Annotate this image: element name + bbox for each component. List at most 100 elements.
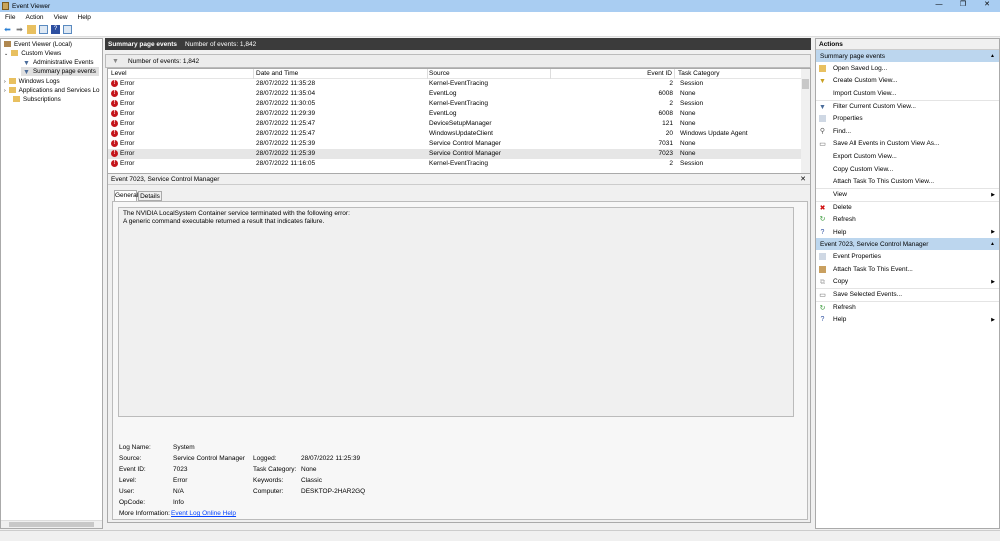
tab-general[interactable]: General [114,190,138,201]
event-detail-title: Event 7023, Service Control Manager ✕ [108,174,810,185]
field-task-label: Task Category: [253,466,297,473]
table-row[interactable]: ! Error 28/07/2022 11:25:39 Service Contr… [108,149,802,159]
column-header-level[interactable]: Level [111,69,254,79]
field-logged-label: Logged: [253,455,277,462]
column-header-event-id[interactable]: Event ID [551,69,675,79]
center-pane: Summary page events Number of events: 1,… [105,38,811,524]
back-icon[interactable]: ⬅ [3,25,12,34]
help-icon[interactable]: ? [51,25,60,34]
cell-event-id: 7031 [658,140,673,147]
action-help[interactable]: ? Help ▶ [816,226,999,239]
save-icon: ▭ [819,292,826,300]
menu-file[interactable]: File [5,14,15,21]
tree-item-administrative-events[interactable]: ▼ Administrative Events [23,58,93,67]
action-create-custom-view[interactable]: ▼ Create Custom View... [816,75,999,88]
event-description[interactable]: The NVIDIA LocalSystem Container service… [118,207,794,417]
table-row[interactable]: ! Error 28/07/2022 11:30:05 Kernel-EventT… [108,99,802,109]
action-refresh[interactable]: ↻ Refresh [816,300,999,314]
menu-help[interactable]: Help [78,14,91,21]
column-header-source[interactable]: Source [428,69,551,79]
cell-level: Error [120,90,135,97]
table-row[interactable]: ! Error 28/07/2022 11:35:28 Kernel-EventT… [108,79,802,89]
action-copy[interactable]: ⧉ Copy ▶ [816,276,999,289]
action-attach-task-to-this-custom-view[interactable]: Attach Task To This Custom View... [816,175,999,188]
field-logged-value: 28/07/2022 11:25:39 [301,455,361,462]
action-find[interactable]: ⚲ Find... [816,125,999,138]
submenu-arrow-icon: ▶ [991,316,995,323]
table-row[interactable]: ! Error 28/07/2022 11:25:47 WindowsUpdate… [108,129,802,139]
cell-task-category: Session [680,80,704,87]
cell-event-id: 6008 [658,110,673,117]
minimize-button[interactable]: — [928,0,950,10]
action-refresh[interactable]: ↻ Refresh [816,213,999,226]
close-button[interactable]: ✕ [976,0,998,10]
error-icon: ! [111,159,118,167]
table-row[interactable]: ! Error 28/07/2022 11:25:39 Service Contr… [108,139,802,149]
actions-section-event[interactable]: Event 7023, Service Control Manager ▲ [816,238,999,251]
column-header-date-time[interactable]: Date and Time [256,69,428,79]
table-row[interactable]: ! Error 28/07/2022 11:35:04 EventLog 6008… [108,89,802,99]
menu-action[interactable]: Action [25,14,43,21]
show-hide-console-tree-icon[interactable] [39,25,48,34]
show-hide-action-pane-icon[interactable] [63,25,72,34]
action-properties[interactable]: Properties [816,112,999,125]
column-header-task-category[interactable]: Task Category [678,69,720,79]
chevron-right-icon[interactable]: › [4,79,6,85]
cell-date: 28/07/2022 11:16:05 [256,160,316,167]
tree-item-subscriptions[interactable]: Subscriptions [13,95,61,104]
refresh-icon: ↻ [819,304,826,312]
tree-item-summary-page-events[interactable]: ▼ Summary page events [21,67,99,76]
table-row[interactable]: ! Error 28/07/2022 11:16:05 Kernel-EventT… [108,159,802,169]
menu-view[interactable]: View [54,14,68,21]
action-view[interactable]: View ▶ [816,187,999,201]
forward-icon[interactable]: ➡ [15,25,24,34]
cell-level: Error [120,80,135,87]
event-log-online-help-link[interactable]: Event Log Online Help [171,510,236,517]
error-icon: ! [111,129,118,137]
collapse-icon[interactable]: ▲ [990,53,995,59]
event-viewer-app-icon [2,2,9,10]
table-header: Level Date and Time Source Event ID Task… [108,69,802,79]
view-event-count: Number of events: 1,842 [185,40,257,48]
tab-details[interactable]: Details [138,191,162,201]
error-icon: ! [111,109,118,117]
action-import-custom-view[interactable]: Import Custom View... [816,87,999,100]
cell-date: 28/07/2022 11:25:39 [256,140,316,147]
action-attach-task-to-this-event[interactable]: Attach Task To This Event... [816,263,999,276]
delete-icon: ✖ [819,204,826,212]
chevron-down-icon[interactable]: ⌄ [4,51,8,57]
action-delete[interactable]: ✖ Delete [816,200,999,214]
cell-date: 28/07/2022 11:30:05 [256,100,316,107]
tree-item-custom-views[interactable]: ⌄ Custom Views [4,49,61,58]
properties-icon [819,253,826,261]
close-detail-icon[interactable]: ✕ [800,174,806,185]
cell-event-id: 2 [669,100,673,107]
tree-item-event-viewer-local[interactable]: Event Viewer (Local) [4,40,72,49]
cell-level: Error [120,120,135,127]
chevron-right-icon[interactable]: › [4,88,6,94]
tree-item-applications-and-services[interactable]: › Applications and Services Lo [4,86,100,95]
table-row[interactable]: ! Error 28/07/2022 11:29:39 EventLog 6008… [108,109,802,119]
actions-section-summary[interactable]: Summary page events ▲ [816,50,999,62]
subscriptions-icon [13,96,20,103]
up-folder-icon[interactable] [27,25,36,34]
folder-icon [11,50,19,57]
filter-icon: ▼ [819,103,826,111]
tree-horizontal-scrollbar[interactable] [1,520,102,528]
action-save-selected-events[interactable]: ▭ Save Selected Events... [816,288,999,301]
action-event-properties[interactable]: Event Properties [816,250,999,263]
table-row[interactable]: ! Error 28/07/2022 11:25:47 DeviceSetupMa… [108,119,802,129]
cell-event-id: 121 [662,120,673,127]
tree-item-windows-logs[interactable]: › Windows Logs [4,77,60,86]
maximize-button[interactable]: ❐ [952,0,974,10]
action-export-custom-view[interactable]: Export Custom View... [816,150,999,163]
action-help[interactable]: ? Help ▶ [816,313,999,326]
action-filter-current-custom-view[interactable]: ▼ Filter Current Custom View... [816,99,999,113]
collapse-icon[interactable]: ▲ [990,241,995,247]
action-save-all-events-in-custom-view-as[interactable]: ▭ Save All Events in Custom View As... [816,138,999,151]
action-open-saved-log[interactable]: Open Saved Log... [816,62,999,75]
action-copy-custom-view[interactable]: Copy Custom View... [816,163,999,176]
general-tab-panel: The NVIDIA LocalSystem Container service… [112,201,808,520]
error-icon: ! [111,119,118,127]
description-line-1: The NVIDIA LocalSystem Container service… [123,210,350,217]
